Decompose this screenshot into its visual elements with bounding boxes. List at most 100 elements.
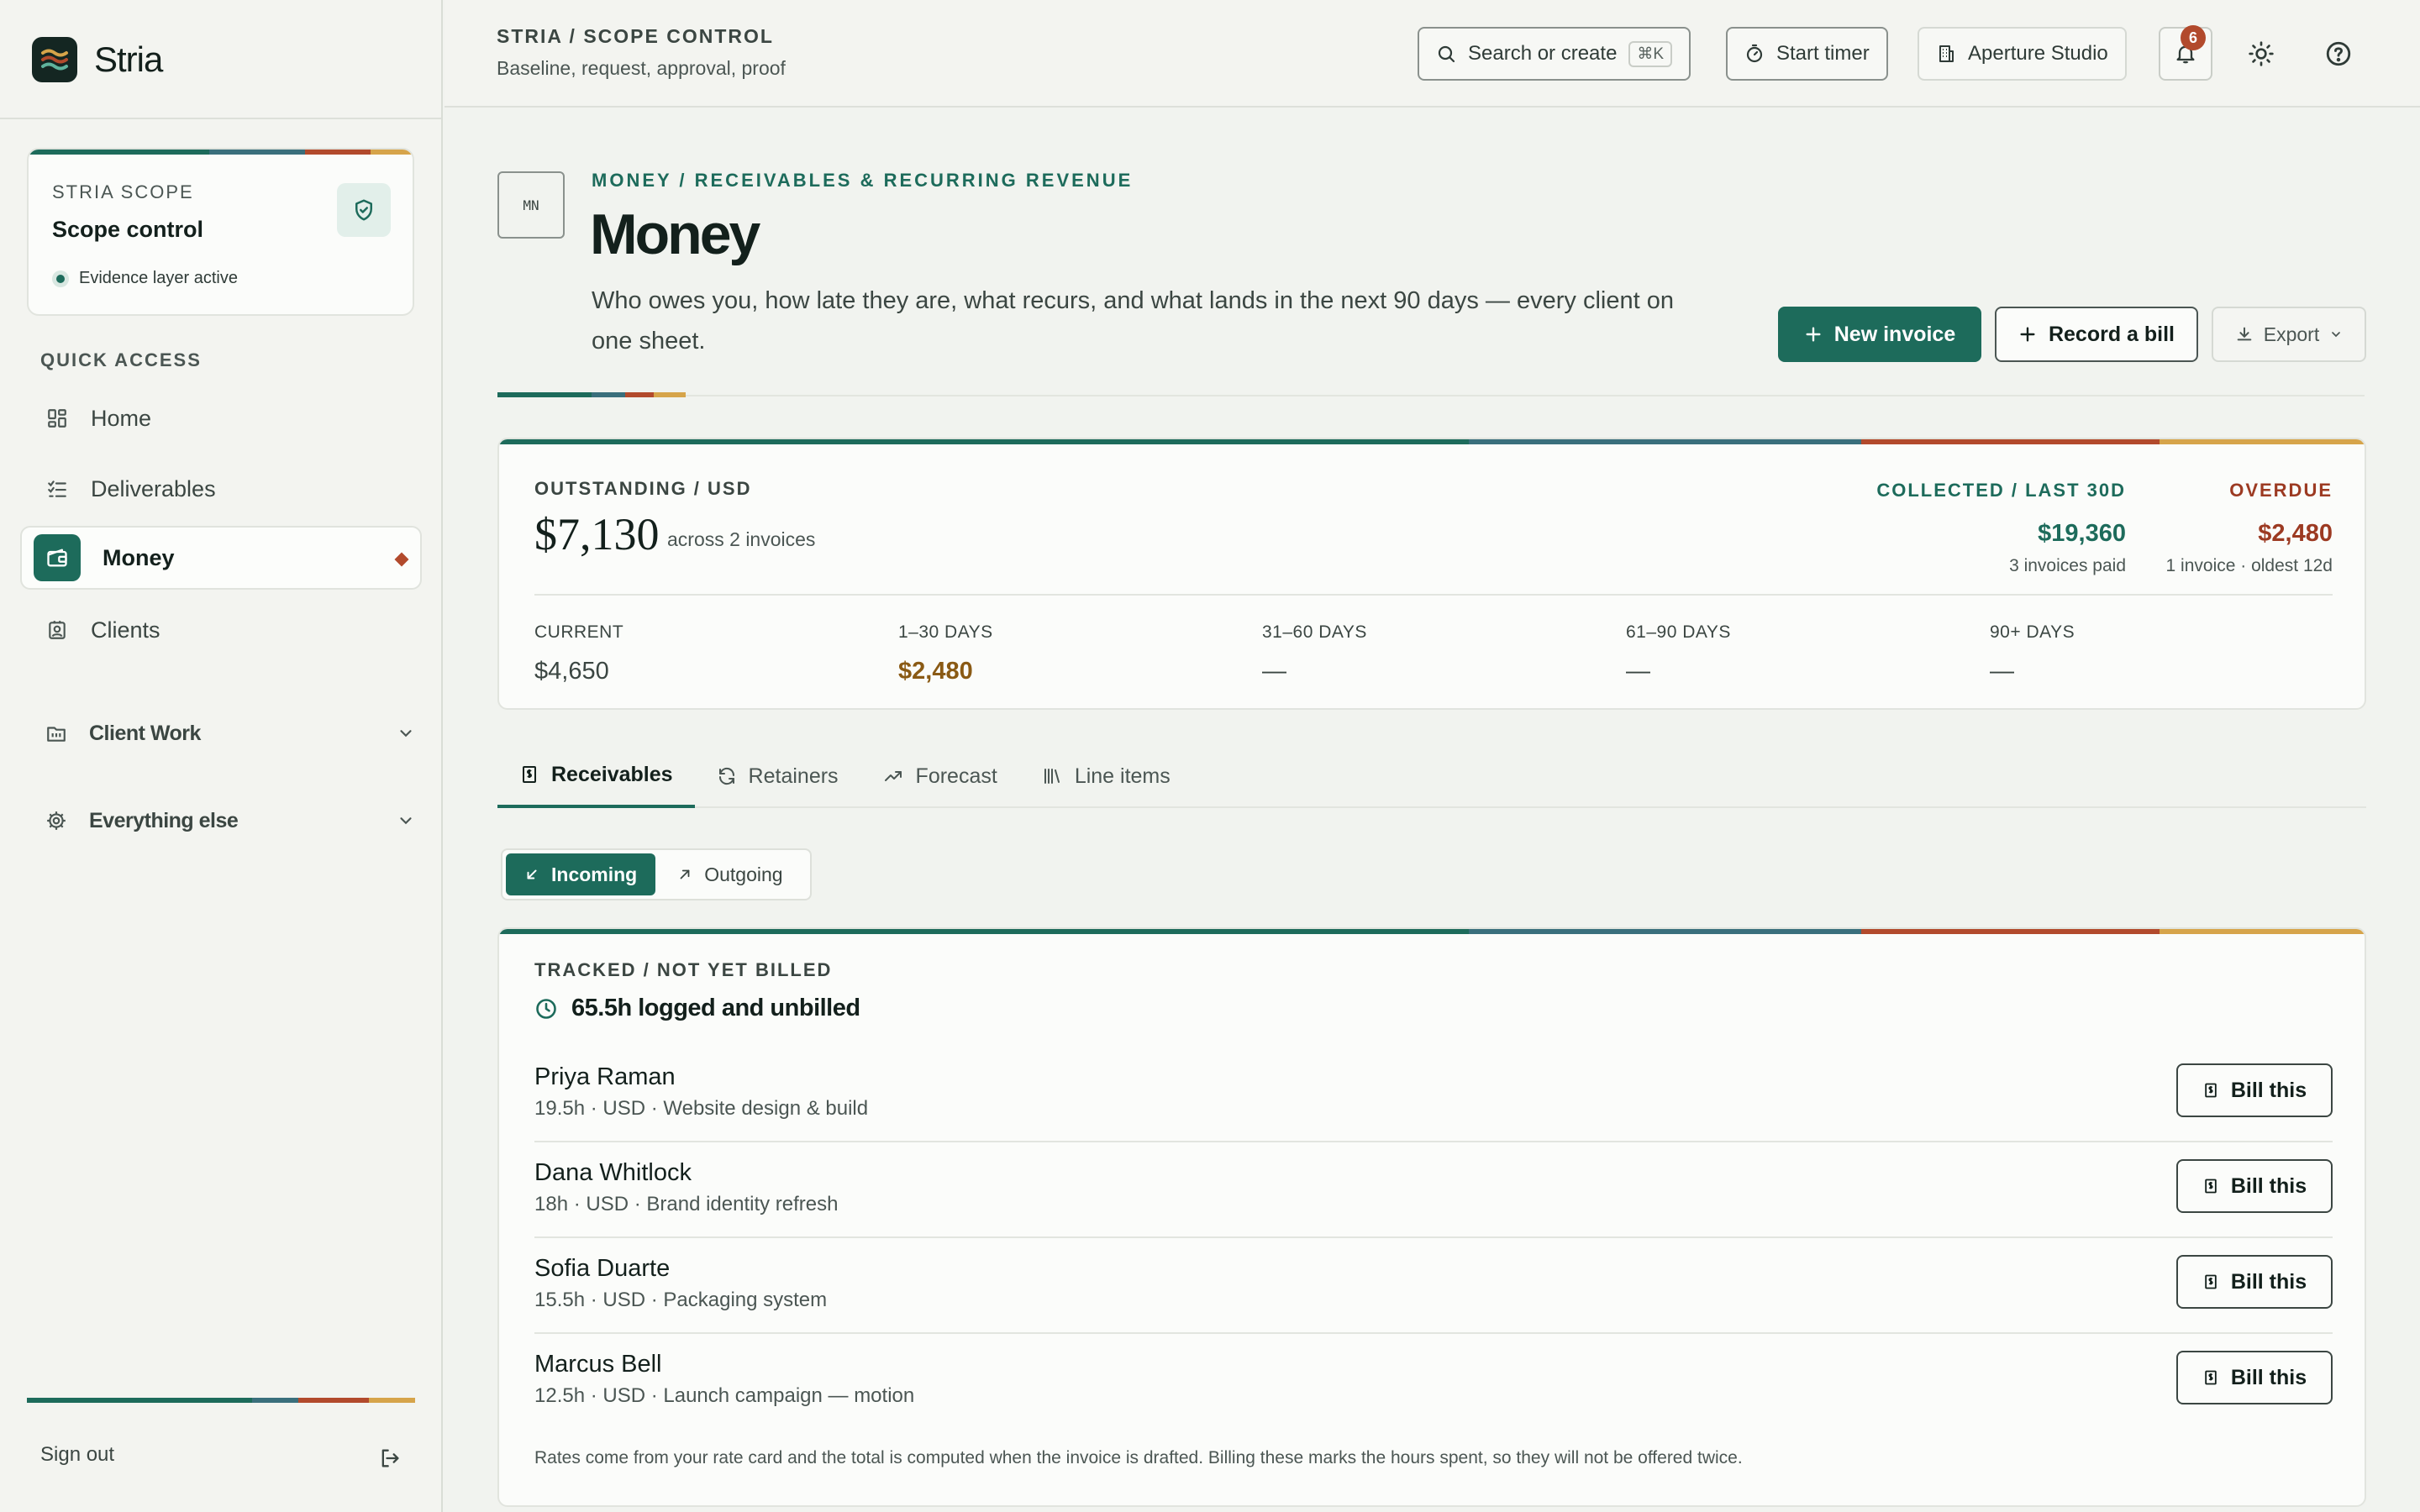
arrow-down-left-icon xyxy=(524,867,539,882)
sign-out-button[interactable]: Sign out xyxy=(40,1443,114,1467)
sidebar-item-label: Deliverables xyxy=(91,475,216,501)
app-name: Stria xyxy=(94,39,163,79)
client-meta: 12.5h · USD · Launch campaign — motion xyxy=(534,1384,915,1407)
record-bill-button[interactable]: Record a bill xyxy=(1995,307,2198,362)
tab-label: Retainers xyxy=(748,764,839,788)
help-icon xyxy=(2324,39,2353,68)
stopwatch-icon xyxy=(1744,44,1765,64)
sidebar-item-label: Clients xyxy=(91,617,160,643)
export-label: Export xyxy=(2263,323,2320,345)
incoming-option[interactable]: Incoming xyxy=(506,853,656,895)
client-name: Dana Whitlock xyxy=(534,1159,692,1186)
client-name: Priya Raman xyxy=(534,1063,676,1090)
bill-this-button[interactable]: Bill this xyxy=(2176,1063,2333,1117)
aging-bucket-61-90: 61–90 DAYS — xyxy=(1626,622,1731,685)
receipt-icon xyxy=(519,764,539,785)
tab-label: Forecast xyxy=(915,764,997,788)
accent-stripe xyxy=(497,392,686,397)
tracked-total: 65.5h logged and unbilled xyxy=(534,995,860,1022)
refresh-icon xyxy=(717,766,737,786)
aging-value: — xyxy=(1262,658,1286,685)
app-logo[interactable]: Stria xyxy=(32,37,163,82)
page-badge: MN xyxy=(497,171,565,239)
sidebar-item-money[interactable]: Money xyxy=(20,526,422,590)
help-button[interactable] xyxy=(2312,27,2365,81)
sidebar-divider xyxy=(0,118,441,119)
outstanding-amount: $7,130 xyxy=(534,509,660,559)
keyboard-shortcut: ⌘K xyxy=(1628,40,1673,67)
accent-stripe xyxy=(499,929,2365,934)
wallet-icon xyxy=(34,534,81,581)
tab-receivables[interactable]: Receivables xyxy=(497,744,695,808)
shield-icon xyxy=(337,183,391,237)
chevron-down-icon xyxy=(397,724,415,743)
workspace-label: Aperture Studio xyxy=(1968,42,2108,65)
bill-this-button[interactable]: Bill this xyxy=(2176,1351,2333,1404)
scope-card[interactable]: STRIA SCOPE Scope control Evidence layer… xyxy=(27,148,414,316)
aging-bucket-current: CURRENT $4,650 xyxy=(534,622,623,685)
bill-this-button[interactable]: Bill this xyxy=(2176,1255,2333,1309)
quick-access-label: QUICK ACCESS xyxy=(40,349,202,370)
group-label: Client Work xyxy=(89,721,201,745)
search-icon xyxy=(1436,44,1456,64)
client-meta: 15.5h · USD · Packaging system xyxy=(534,1289,828,1311)
money-tabs: Receivables Retainers Forecast Line item… xyxy=(497,744,1192,808)
bill-label: Bill this xyxy=(2230,1173,2307,1198)
tab-retainers[interactable]: Retainers xyxy=(695,744,860,808)
clock-icon xyxy=(534,997,558,1021)
scope-status: Evidence layer active xyxy=(52,269,238,288)
sidebar-group-everything-else[interactable]: Everything else xyxy=(45,800,415,842)
overdue-block: OVERDUE $2,480 1 invoice · oldest 12d xyxy=(2166,480,2333,576)
group-label: Everything else xyxy=(89,808,239,832)
search-label: Search or create xyxy=(1468,42,1618,65)
accent-stripe xyxy=(29,150,413,155)
new-invoice-button[interactable]: New invoice xyxy=(1778,307,1981,362)
aging-label: CURRENT xyxy=(534,622,624,642)
incoming-label: Incoming xyxy=(551,863,638,885)
direction-toggle: Incoming Outgoing xyxy=(501,848,812,900)
sidebar-item-home[interactable]: Home xyxy=(20,386,422,450)
tracked-footnote: Rates come from your rate card and the t… xyxy=(534,1448,1743,1467)
theme-toggle-button[interactable] xyxy=(2234,27,2288,81)
workspace-switcher[interactable]: Aperture Studio xyxy=(1918,27,2127,81)
bill-label: Bill this xyxy=(2230,1365,2307,1389)
breadcrumb-subtitle: Baseline, request, approval, proof xyxy=(497,57,786,79)
unbilled-row: Marcus Bell 12.5h · USD · Launch campaig… xyxy=(534,1336,2333,1431)
start-timer-button[interactable]: Start timer xyxy=(1726,27,1888,81)
receipt-icon xyxy=(2202,1368,2219,1387)
tracked-kicker: TRACKED / NOT YET BILLED xyxy=(534,959,833,980)
card-divider xyxy=(534,594,2333,596)
sidebar-item-deliverables[interactable]: Deliverables xyxy=(20,457,422,521)
outstanding-sub: across 2 invoices xyxy=(667,528,816,550)
unbilled-row: Priya Raman 19.5h · USD · Website design… xyxy=(534,1048,2333,1144)
aging-label: 61–90 DAYS xyxy=(1626,622,1731,642)
scope-kicker: STRIA SCOPE xyxy=(52,181,194,202)
overdue-amount: $2,480 xyxy=(2258,520,2333,547)
collected-label: COLLECTED / LAST 30D xyxy=(1876,480,2126,501)
gear-icon xyxy=(45,810,67,832)
sidebar-group-client-work[interactable]: Client Work xyxy=(45,712,415,754)
plus-icon xyxy=(2018,325,2037,344)
arrow-up-right-icon xyxy=(677,867,692,882)
bill-this-button[interactable]: Bill this xyxy=(2176,1159,2333,1213)
new-invoice-label: New invoice xyxy=(1833,322,1956,346)
notifications-button[interactable]: 6 xyxy=(2159,25,2212,81)
tab-forecast[interactable]: Forecast xyxy=(860,744,1019,808)
header-divider xyxy=(497,395,2365,396)
page-kicker: MONEY / RECEIVABLES & RECURRING REVENUE xyxy=(592,170,1134,191)
row-divider xyxy=(534,1141,2333,1142)
receipt-icon xyxy=(2202,1177,2219,1195)
tab-line-items[interactable]: Line items xyxy=(1019,744,1192,808)
building-icon xyxy=(1936,44,1956,64)
page-title: Money xyxy=(590,202,760,266)
sidebar: Stria STRIA SCOPE Scope control Evidence… xyxy=(0,0,443,1512)
search-button[interactable]: Search or create ⌘K xyxy=(1418,27,1691,81)
top-bar: STRIA / SCOPE CONTROL Baseline, request,… xyxy=(445,0,2420,108)
sun-icon xyxy=(2248,40,2275,67)
outgoing-option[interactable]: Outgoing xyxy=(659,853,801,895)
timer-label: Start timer xyxy=(1776,42,1870,65)
export-button[interactable]: Export xyxy=(2212,307,2366,362)
sidebar-item-clients[interactable]: Clients xyxy=(20,598,422,662)
client-name: Sofia Duarte xyxy=(534,1255,671,1282)
logout-icon[interactable] xyxy=(378,1446,402,1470)
